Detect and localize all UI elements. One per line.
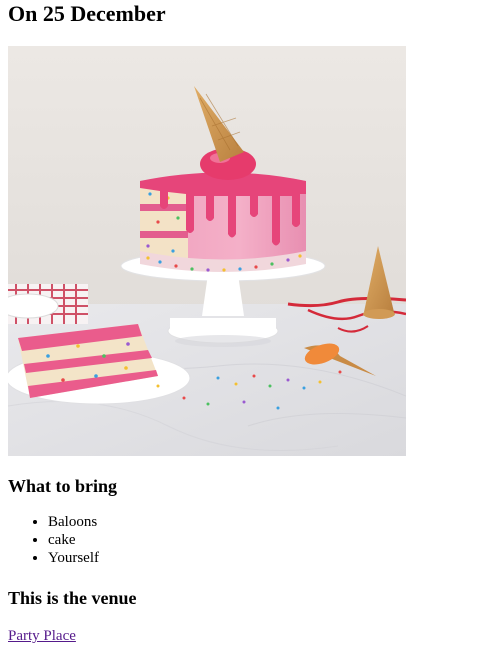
- party-place-link[interactable]: Party Place: [8, 627, 76, 645]
- bring-list: Baloons cake Yourself: [8, 513, 494, 567]
- venue-heading: This is the venue: [8, 588, 137, 608]
- list-item: cake: [48, 531, 494, 549]
- list-item: Baloons: [48, 513, 494, 531]
- cake-image: [8, 46, 406, 456]
- what-to-bring-heading: What to bring: [8, 476, 118, 496]
- page-title: On 25 December: [8, 1, 166, 26]
- list-item: Yourself: [48, 549, 494, 567]
